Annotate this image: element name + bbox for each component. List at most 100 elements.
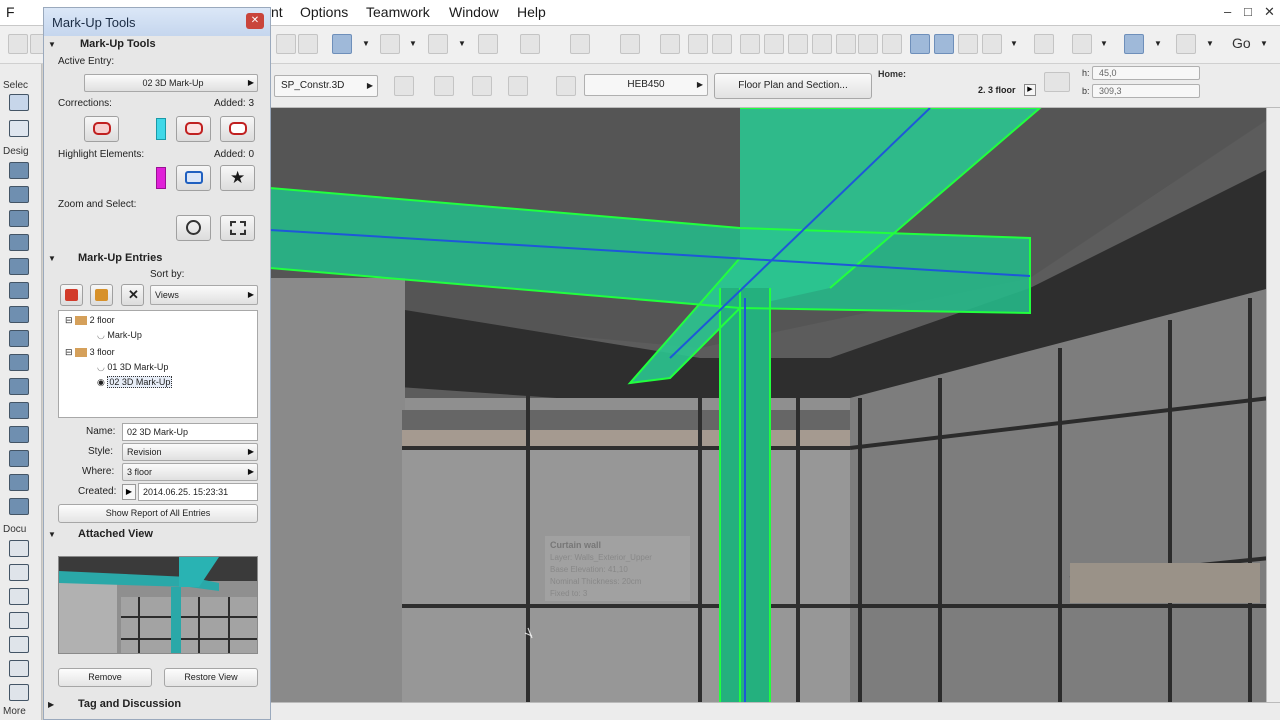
- marquee-icon[interactable]: [428, 34, 448, 54]
- delete-entry-button[interactable]: ✕: [121, 284, 144, 306]
- fill-tool-icon[interactable]: [9, 636, 29, 653]
- menu-item-teamwork[interactable]: Teamwork: [366, 4, 430, 20]
- chevron-down-icon[interactable]: ▼: [1010, 34, 1018, 54]
- publisher-icon[interactable]: [1176, 34, 1196, 54]
- column-tool-icon[interactable]: [9, 234, 29, 251]
- arrow-tool-icon[interactable]: [9, 94, 29, 111]
- connect-icon[interactable]: [882, 34, 902, 54]
- new-file-icon[interactable]: [8, 34, 28, 54]
- style-dropdown[interactable]: Revision ▶: [122, 443, 258, 461]
- wall-tool-icon[interactable]: [9, 162, 29, 179]
- render-icon[interactable]: [982, 34, 1002, 54]
- markup-tools-icon[interactable]: [910, 34, 930, 54]
- vertical-scrollbar[interactable]: [1266, 108, 1280, 702]
- gem-icon[interactable]: [958, 34, 978, 54]
- pen-icon[interactable]: [298, 34, 318, 54]
- chevron-down-icon[interactable]: ▼: [1206, 34, 1214, 54]
- maximize-icon[interactable]: □: [1244, 4, 1252, 19]
- remove-view-button[interactable]: Remove: [58, 668, 152, 687]
- magic-wand-icon[interactable]: [380, 34, 400, 54]
- dimension-tool-icon[interactable]: [9, 540, 29, 557]
- section-markup-tools[interactable]: Mark-Up Tools: [80, 38, 156, 50]
- object-tool-icon[interactable]: [9, 426, 29, 443]
- chevron-down-icon[interactable]: ▼: [362, 34, 370, 54]
- collapse-arrow-icon[interactable]: ▼: [48, 530, 56, 539]
- group-icon[interactable]: [660, 34, 680, 54]
- menu-item-window[interactable]: Window: [449, 4, 499, 20]
- section-tag-discussion[interactable]: Tag and Discussion: [78, 698, 181, 710]
- fillet-icon[interactable]: [836, 34, 856, 54]
- profile-settings-icon[interactable]: [556, 76, 576, 96]
- horizontal-scrollbar[interactable]: [270, 702, 1280, 720]
- view-map-icon[interactable]: [1124, 34, 1144, 54]
- pin-icon[interactable]: [620, 34, 640, 54]
- chevron-down-icon[interactable]: ▼: [1154, 34, 1162, 54]
- chevron-down-icon[interactable]: ▼: [458, 34, 466, 54]
- menu-app-letter[interactable]: F: [6, 4, 15, 20]
- profile-dropdown[interactable]: HEB450 ▶: [584, 74, 708, 96]
- add-to-corrections-button[interactable]: [176, 116, 211, 142]
- text-tool-icon[interactable]: [9, 588, 29, 605]
- pencil-icon[interactable]: [276, 34, 296, 54]
- line-tool-icon[interactable]: [9, 660, 29, 677]
- polyline-icon[interactable]: [434, 76, 454, 96]
- corrections-color-swatch[interactable]: [156, 118, 166, 140]
- rotate-icon[interactable]: [508, 76, 528, 96]
- collapse-arrow-icon[interactable]: ▼: [48, 40, 56, 49]
- close-icon[interactable]: ✕: [246, 13, 264, 29]
- roof-tool-icon[interactable]: [9, 306, 29, 323]
- line-geometry-icon[interactable]: [394, 76, 414, 96]
- stair-tool-icon[interactable]: [9, 282, 29, 299]
- height-field[interactable]: 45,0: [1092, 66, 1200, 80]
- trim-icon[interactable]: [740, 34, 760, 54]
- active-entry-dropdown[interactable]: 02 3D Mark-Up ▶: [84, 74, 258, 92]
- tree-folder[interactable]: ⊟ 3 floor: [65, 347, 115, 358]
- layout-icon[interactable]: [1072, 34, 1092, 54]
- menu-item-options-partial[interactable]: nt: [271, 4, 283, 20]
- chevron-down-icon[interactable]: ▼: [1260, 34, 1268, 54]
- select-elements-button[interactable]: [220, 215, 255, 241]
- tree-folder[interactable]: ⊟ 2 floor: [65, 315, 115, 326]
- remove-highlight-button[interactable]: ★: [220, 165, 255, 191]
- menu-item-options[interactable]: Options: [300, 4, 348, 20]
- entries-tree[interactable]: ⊟ 2 floor ◡ Mark-Up ⊟ 3 floor ◡ 01 3D Ma…: [58, 310, 258, 418]
- zoom-to-entry-button[interactable]: [176, 215, 211, 241]
- chevron-down-icon[interactable]: ▼: [409, 34, 417, 54]
- guide-line-icon[interactable]: [520, 34, 540, 54]
- close-icon[interactable]: ✕: [1264, 4, 1275, 20]
- menu-item-help[interactable]: Help: [517, 4, 546, 20]
- camera-tool-icon[interactable]: [9, 474, 29, 491]
- marquee-tool-icon[interactable]: [9, 120, 29, 137]
- width-field[interactable]: 309,3: [1092, 84, 1200, 98]
- chevron-down-icon[interactable]: ▼: [1100, 34, 1108, 54]
- section-markup-entries[interactable]: Mark-Up Entries: [78, 252, 162, 264]
- markup-pen-icon[interactable]: [934, 34, 954, 54]
- 3d-viewport[interactable]: Curtain wall Layer: Walls_Exterior_Upper…: [270, 108, 1270, 702]
- window-tool-icon[interactable]: [9, 210, 29, 227]
- explode-icon[interactable]: [858, 34, 878, 54]
- new-folder-button[interactable]: [90, 284, 113, 306]
- lock-icon[interactable]: [712, 34, 732, 54]
- teamwork-status-icon[interactable]: [1034, 34, 1054, 54]
- go-menu[interactable]: Go: [1232, 35, 1251, 51]
- morph-tool-icon[interactable]: [9, 378, 29, 395]
- restore-view-button[interactable]: Restore View: [164, 668, 258, 687]
- adjust-icon[interactable]: [788, 34, 808, 54]
- sort-by-dropdown[interactable]: Views ▶: [150, 285, 258, 305]
- snap-icon[interactable]: [478, 34, 498, 54]
- add-highlight-button[interactable]: [176, 165, 211, 191]
- expand-arrow-icon[interactable]: ▶: [48, 700, 54, 709]
- arrow-select-icon[interactable]: [332, 34, 352, 54]
- tree-entry[interactable]: ◡ 01 3D Mark-Up: [97, 362, 168, 373]
- door-tool-icon[interactable]: [9, 186, 29, 203]
- section-attached-view[interactable]: Attached View: [78, 528, 153, 540]
- show-report-button[interactable]: Show Report of All Entries: [58, 504, 258, 523]
- tree-entry-selected[interactable]: ◉ 02 3D Mark-Up: [97, 376, 173, 388]
- highlight-color-swatch[interactable]: [156, 167, 166, 189]
- floor-plan-section-button[interactable]: Floor Plan and Section...: [714, 73, 872, 99]
- slab-tool-icon[interactable]: [9, 330, 29, 347]
- 3d-model-view[interactable]: Curtain wall Layer: Walls_Exterior_Upper…: [270, 108, 1270, 702]
- new-entry-button[interactable]: [60, 284, 83, 306]
- where-dropdown[interactable]: 3 floor ▶: [122, 463, 258, 481]
- label-tool-icon[interactable]: [9, 612, 29, 629]
